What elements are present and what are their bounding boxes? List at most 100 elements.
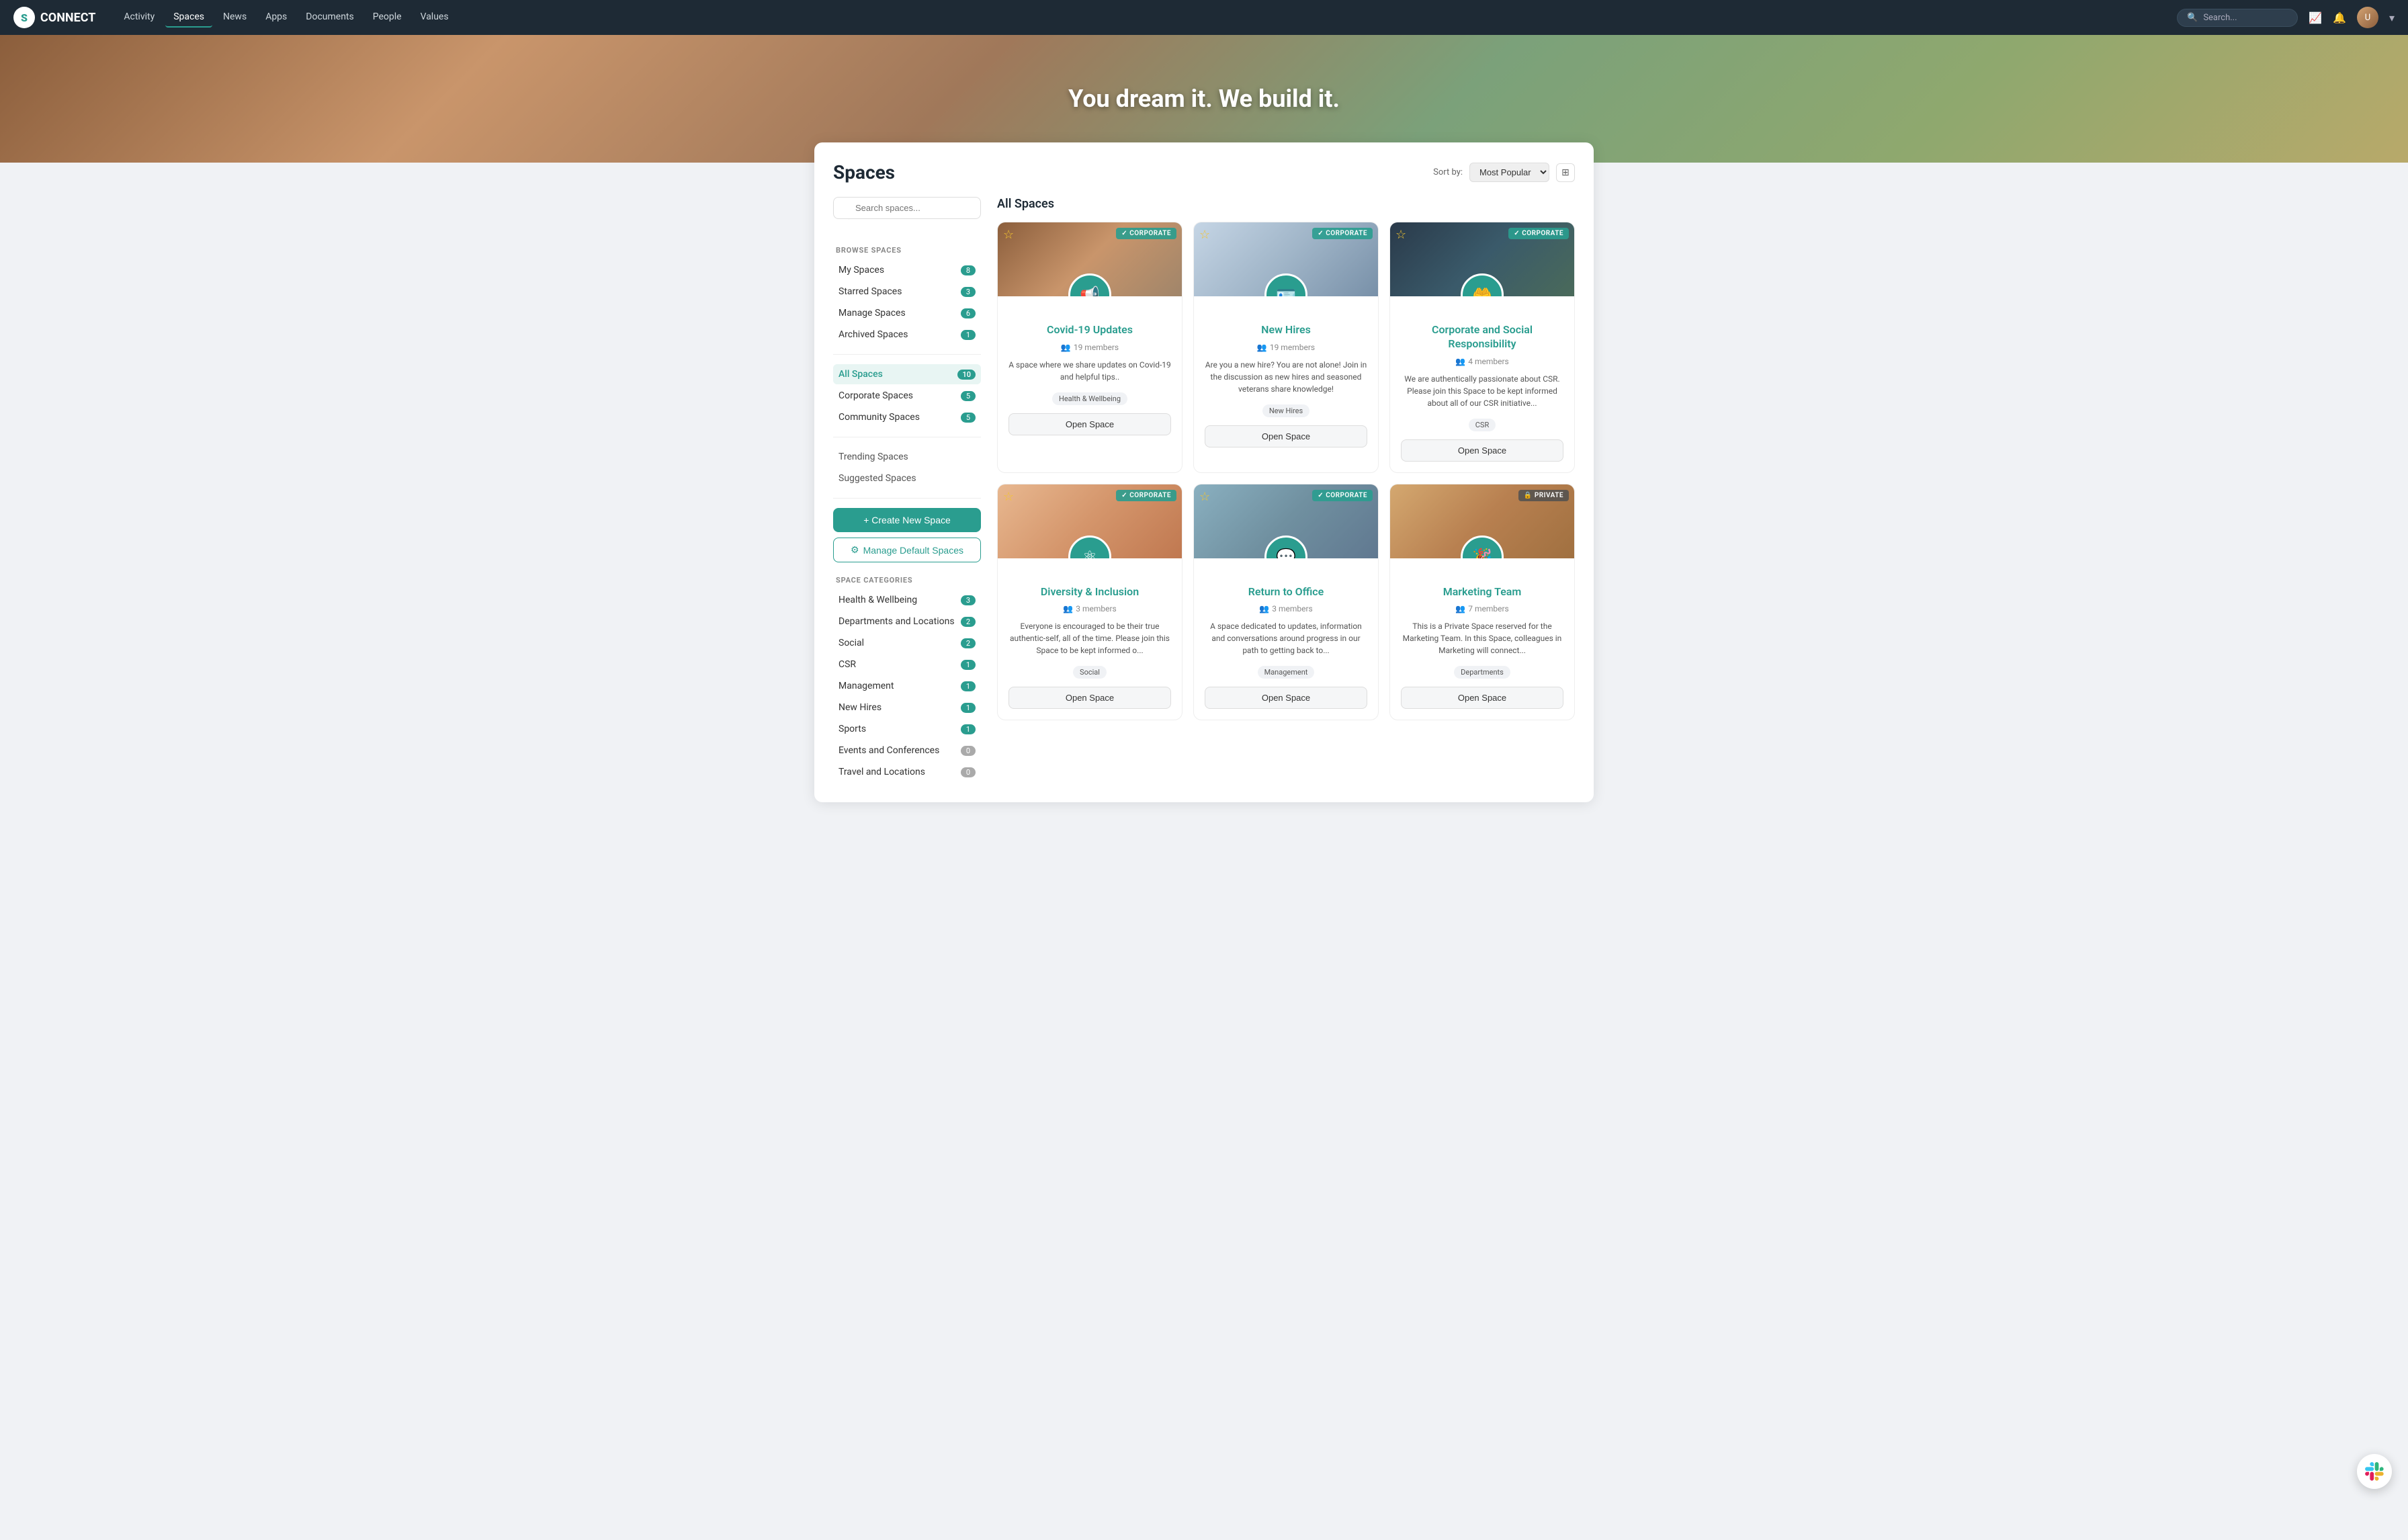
sports-label: Sports [838,724,866,734]
badge-covid: ✓ CORPORATE [1116,228,1176,239]
app-logo[interactable]: S CONNECT [13,7,95,28]
social-count: 2 [961,638,976,648]
create-new-space-button[interactable]: + Create New Space [833,508,981,532]
all-spaces-section-title: All Spaces [997,197,1575,211]
sidebar-item-all-spaces[interactable]: All Spaces 10 [833,364,981,384]
sidebar-cat-travel[interactable]: Travel and Locations 0 [833,762,981,782]
sidebar-cat-departments[interactable]: Departments and Locations 2 [833,611,981,632]
open-space-covid[interactable]: Open Space [1008,413,1171,435]
nav-people[interactable]: People [365,7,410,28]
people-icon: 👥 [1455,357,1465,366]
sort-row: Sort by: Most PopularNewestAlphabetical … [1433,163,1575,182]
search-spaces-input[interactable] [833,197,981,219]
events-count: 0 [961,746,976,756]
spaces-grid-area: All Spaces ☆ ✓ CORPORATE 📢 [997,197,1575,783]
star-icon-new-hires[interactable]: ☆ [1199,228,1210,242]
sidebar-item-starred-spaces[interactable]: Starred Spaces 3 [833,282,981,302]
card-name-rto: Return to Office [1205,585,1367,599]
sidebar-cat-social[interactable]: Social 2 [833,633,981,653]
archived-spaces-label: Archived Spaces [838,329,908,340]
departments-label: Departments and Locations [838,616,955,627]
card-icon-wrap-rto: 💬 [1264,536,1307,558]
global-search[interactable]: 🔍 Search... [2177,9,2298,27]
badge-marketing: 🔒 PRIVATE [1518,490,1569,501]
card-body-csr: Corporate and Social Responsibility 👥 4 … [1390,296,1574,472]
sidebar: 🔍 BROWSE SPACES My Spaces 8 Starred Spac… [833,197,981,783]
travel-count: 0 [961,767,976,777]
open-space-marketing[interactable]: Open Space [1401,687,1563,709]
social-label: Social [838,638,864,648]
sort-select[interactable]: Most PopularNewestAlphabetical [1469,163,1549,182]
card-icon-wrap-new-hires: 🪪 [1264,273,1307,296]
archived-spaces-count: 1 [961,330,976,340]
notifications-icon[interactable]: 🔔 [2333,11,2346,24]
spaces-grid: ☆ ✓ CORPORATE 📢 Covid-19 Updates [997,222,1575,720]
corporate-spaces-count: 5 [961,391,976,401]
card-tag-new-hires: New Hires [1262,404,1309,417]
people-icon: 👥 [1061,343,1071,352]
card-desc-new-hires: Are you a new hire? You are not alone! J… [1205,359,1367,395]
card-name-csr: Corporate and Social Responsibility [1401,323,1563,351]
card-tag-diversity: Social [1073,666,1107,679]
sidebar-item-corporate-spaces[interactable]: Corporate Spaces 5 [833,386,981,406]
card-icon-wrap-marketing: 🎉 [1461,536,1504,558]
sidebar-cat-sports[interactable]: Sports 1 [833,719,981,739]
badge-rto: ✓ CORPORATE [1312,490,1373,501]
card-image-new-hires: ☆ ✓ CORPORATE 🪪 [1194,222,1378,296]
sidebar-cat-events[interactable]: Events and Conferences 0 [833,740,981,761]
sidebar-cat-management[interactable]: Management 1 [833,676,981,696]
open-space-diversity[interactable]: Open Space [1008,687,1171,709]
card-body-diversity: Diversity & Inclusion 👥 3 members Everyo… [998,558,1182,720]
grid-toggle-button[interactable]: ⊞ [1556,163,1575,182]
card-tag-csr: CSR [1469,419,1496,431]
slack-fab[interactable] [2357,1454,2392,1489]
activity-icon[interactable]: 📈 [2309,11,2322,24]
star-icon-rto[interactable]: ☆ [1199,490,1210,504]
nav-news[interactable]: News [215,7,255,28]
hero-text: You dream it. We build it. [1068,85,1340,113]
sidebar-item-manage-spaces[interactable]: Manage Spaces 6 [833,303,981,323]
card-body-covid: Covid-19 Updates 👥 19 members A space wh… [998,296,1182,446]
open-space-rto[interactable]: Open Space [1205,687,1367,709]
star-icon-covid[interactable]: ☆ [1003,228,1014,242]
card-name-marketing: Marketing Team [1401,585,1563,599]
space-card-rto: ☆ ✓ CORPORATE 💬 Return to Office [1193,484,1379,721]
card-tag-rto: Management [1258,666,1315,679]
sidebar-cat-health[interactable]: Health & Wellbeing 3 [833,590,981,610]
sidebar-cat-new-hires[interactable]: New Hires 1 [833,697,981,718]
nav-apps[interactable]: Apps [257,7,295,28]
sidebar-item-archived-spaces[interactable]: Archived Spaces 1 [833,325,981,345]
open-space-new-hires[interactable]: Open Space [1205,425,1367,447]
community-spaces-count: 5 [961,413,976,423]
nav-values[interactable]: Values [413,7,457,28]
nav-spaces[interactable]: Spaces [165,7,212,28]
hero-text-bold: We build it. [1219,85,1340,113]
lock-icon: 🔒 [1524,492,1533,499]
star-icon-csr[interactable]: ☆ [1395,228,1406,242]
all-spaces-label: All Spaces [838,369,883,380]
sidebar-item-my-spaces[interactable]: My Spaces 8 [833,260,981,280]
nav-documents[interactable]: Documents [298,7,361,28]
card-image-diversity: ☆ ✓ CORPORATE ⚛ [998,484,1182,558]
star-icon-diversity[interactable]: ☆ [1003,490,1014,504]
sidebar-divider-1 [833,354,981,355]
sidebar-item-community-spaces[interactable]: Community Spaces 5 [833,407,981,427]
nav-activity[interactable]: Activity [116,7,163,28]
card-body-new-hires: New Hires 👥 19 members Are you a new hir… [1194,296,1378,458]
card-members-new-hires: 👥 19 members [1205,343,1367,352]
people-icon: 👥 [1257,343,1267,352]
hero-text-plain: You dream it. [1068,85,1213,113]
sidebar-cat-csr[interactable]: CSR 1 [833,654,981,675]
sidebar-item-suggested[interactable]: Suggested Spaces [833,468,981,488]
sidebar-item-trending[interactable]: Trending Spaces [833,447,981,467]
card-members-covid: 👥 19 members [1008,343,1171,352]
card-body-marketing: Marketing Team 👥 7 members This is a Pri… [1390,558,1574,720]
manage-default-spaces-button[interactable]: ⚙ Manage Default Spaces [833,538,981,562]
manage-default-spaces-label: Manage Default Spaces [863,545,963,556]
card-desc-diversity: Everyone is encouraged to be their true … [1008,620,1171,656]
search-wrapper: 🔍 [833,197,981,232]
chevron-down-icon[interactable]: ▾ [2389,11,2395,24]
open-space-csr[interactable]: Open Space [1401,439,1563,462]
user-avatar[interactable]: U [2357,7,2378,28]
card-desc-covid: A space where we share updates on Covid-… [1008,359,1171,383]
